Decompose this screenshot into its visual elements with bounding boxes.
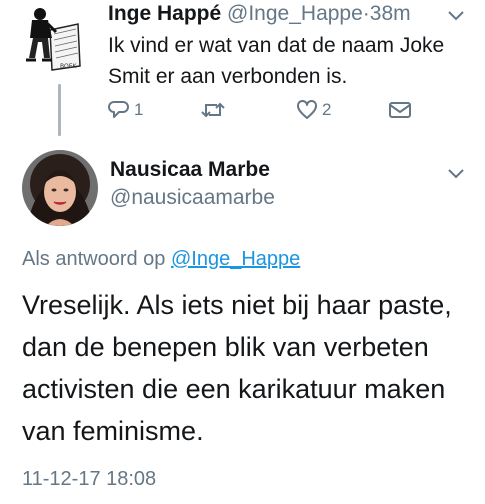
parent-author-name[interactable]: Inge Happé [108,2,221,25]
reply-count: 1 [134,100,144,119]
parent-time-ago[interactable]: 38m [370,2,411,25]
replying-to-line: Als antwoord op @Inge_Happe [22,248,300,271]
retweet-icon [200,100,226,120]
main-tweet-text: Vreselijk. Als iets niet bij haar paste,… [22,290,452,446]
like-count: 2 [322,100,332,119]
direct-message-button[interactable] [388,98,412,122]
parent-avatar[interactable]: BOEK [20,4,86,74]
parent-tweet-text: Ik vind er wat van dat de naam Joke Smit… [108,34,445,88]
chevron-down-icon[interactable] [446,8,466,22]
svg-text:BOEK: BOEK [60,63,78,70]
illustrated-avatar-image: BOEK [20,4,86,74]
thread-connector-line [58,84,61,136]
envelope-icon [388,100,412,120]
profile-photo-image [22,150,98,226]
header-separator: · [362,2,370,25]
replying-to-mention-link[interactable]: @Inge_Happe [171,248,300,270]
main-avatar[interactable] [22,150,98,226]
replying-to-label: Als antwoord op [22,248,166,270]
main-author-handle[interactable]: @nausicaamarbe [110,186,275,210]
chevron-down-icon[interactable] [446,166,466,180]
heart-icon [296,100,318,120]
parent-author-handle[interactable]: @Inge_Happe [227,2,363,25]
tweet-timestamp[interactable]: 11-12-17 18:08 [22,468,156,491]
reply-button[interactable]: 1 [108,98,143,122]
reply-icon [108,100,130,120]
retweet-button[interactable] [200,98,230,122]
main-author-name[interactable]: Nausicaa Marbe [110,158,270,182]
parent-tweet-header: Inge Happé @Inge_Happe·38m [108,2,411,26]
like-button[interactable]: 2 [296,98,331,122]
